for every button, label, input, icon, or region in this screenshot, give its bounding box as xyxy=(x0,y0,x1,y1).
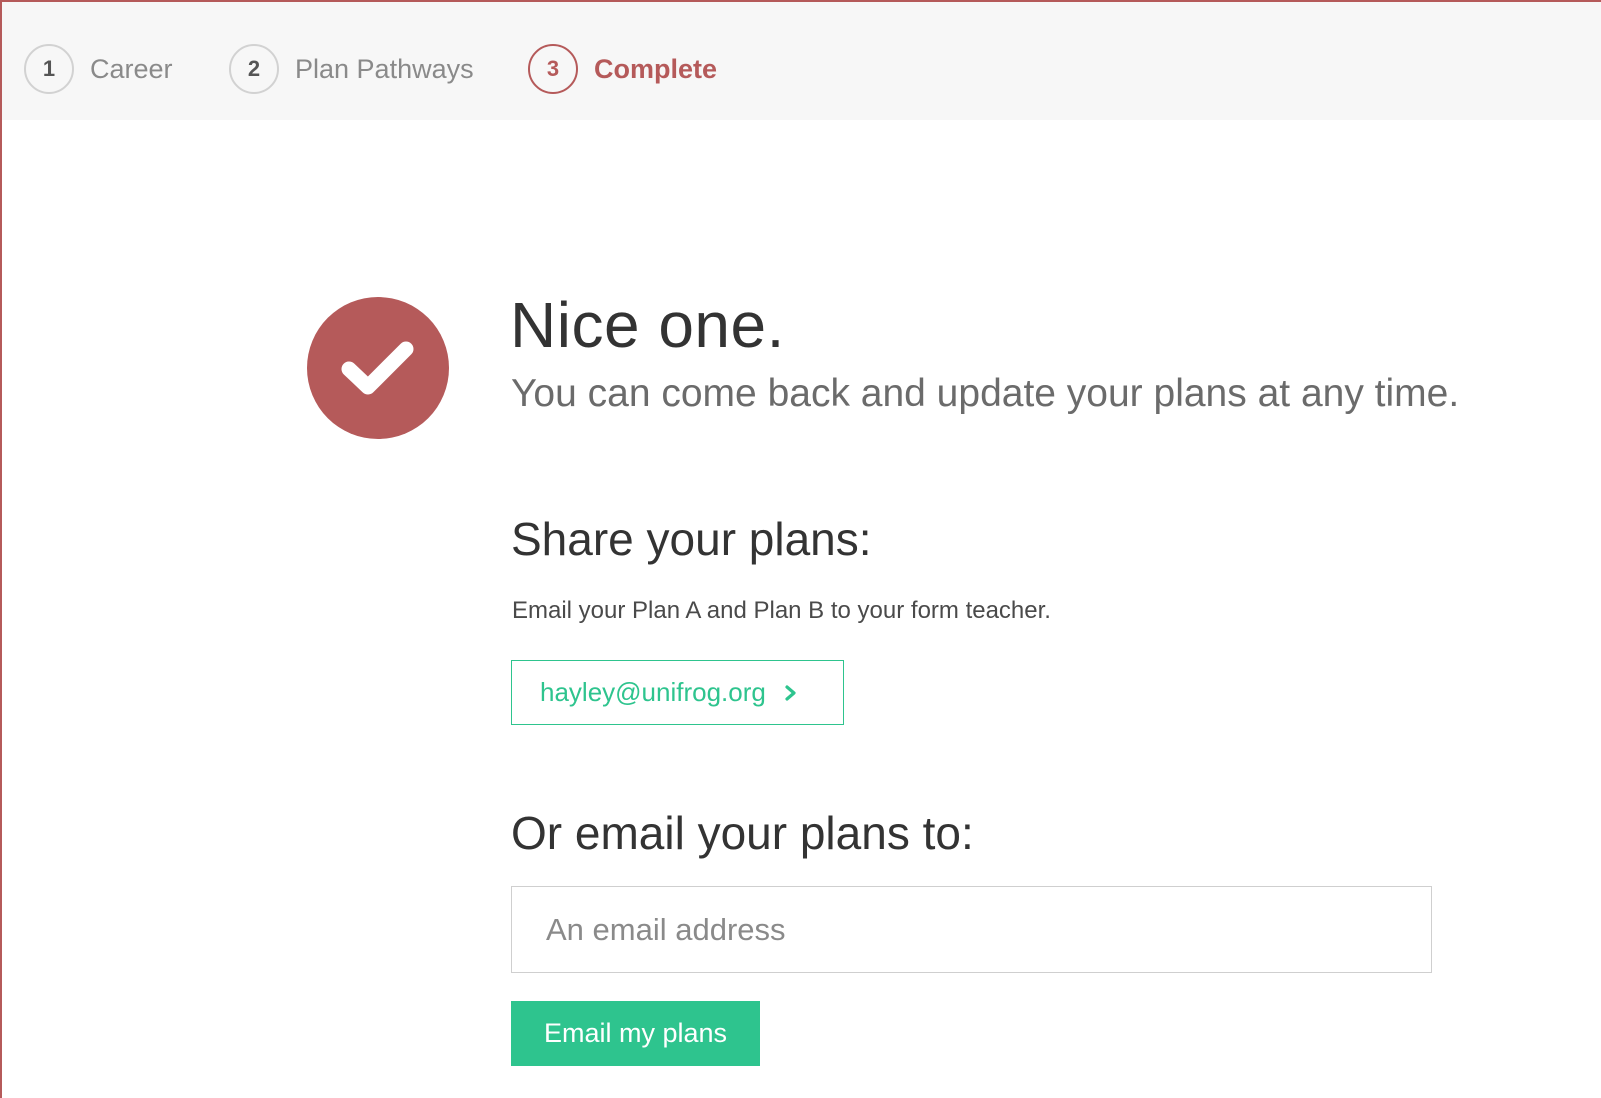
step-career[interactable]: 1 Career xyxy=(24,42,173,96)
email-address-input[interactable] xyxy=(511,886,1432,973)
step-number: 3 xyxy=(528,44,578,94)
email-teacher-button[interactable]: hayley@unifrog.org xyxy=(511,660,844,725)
step-label: Plan Pathways xyxy=(295,53,474,84)
step-plan-pathways[interactable]: 2 Plan Pathways xyxy=(229,42,474,96)
share-description: Email your Plan A and Plan B to your for… xyxy=(512,597,1051,624)
step-number: 2 xyxy=(229,44,279,94)
success-title: Nice one. xyxy=(510,289,785,361)
teacher-email-label: hayley@unifrog.org xyxy=(540,677,766,707)
check-icon xyxy=(341,341,414,395)
progress-stepper: 1 Career 2 Plan Pathways 3 Complete xyxy=(2,2,1601,120)
chevron-right-icon xyxy=(784,684,798,702)
success-subtitle: You can come back and update your plans … xyxy=(511,372,1460,415)
step-label: Career xyxy=(90,53,173,84)
success-check-icon xyxy=(307,297,449,439)
step-number: 1 xyxy=(24,44,74,94)
email-my-plans-button[interactable]: Email my plans xyxy=(511,1001,760,1066)
other-email-heading: Or email your plans to: xyxy=(511,807,974,859)
step-label: Complete xyxy=(594,53,718,84)
share-heading: Share your plans: xyxy=(511,513,872,565)
step-complete[interactable]: 3 Complete xyxy=(528,42,717,96)
